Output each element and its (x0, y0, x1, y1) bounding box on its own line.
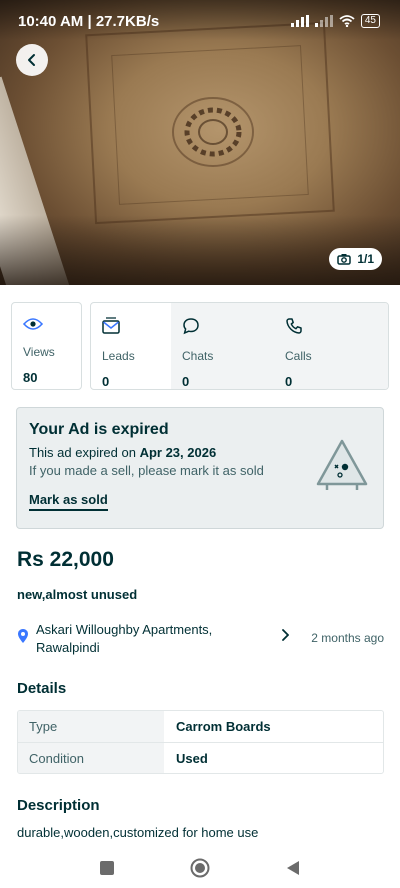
stat-views-value: 80 (23, 370, 38, 385)
detail-row: Type Carrom Boards (18, 711, 383, 742)
phone-icon (286, 318, 302, 334)
system-back-button[interactable] (281, 856, 305, 880)
mark-as-sold-button[interactable]: Mark as sold (29, 492, 108, 511)
chat-bubble-icon (183, 318, 199, 335)
signal-2-icon (314, 15, 333, 27)
back-button[interactable] (16, 44, 48, 76)
location-pin-icon (18, 629, 28, 643)
detail-key: Condition (18, 743, 164, 773)
details-table: Type Carrom Boards Condition Used (17, 710, 384, 774)
ad-location-text: Askari Willoughby Apartments, Rawalpindi (36, 621, 256, 657)
ad-location-line1: Askari Willoughby Apartments, (36, 622, 213, 637)
square-icon (99, 861, 114, 875)
ad-title: new,almost unused (17, 587, 138, 602)
stat-views[interactable]: Views 80 (11, 302, 82, 390)
stat-leads-value: 0 (102, 374, 110, 389)
stat-chats[interactable]: Chats 0 (171, 303, 274, 389)
stat-calls-label: Calls (285, 349, 312, 363)
signal-icon (290, 15, 309, 27)
eye-icon (22, 318, 44, 330)
home-button[interactable] (188, 856, 212, 880)
wifi-icon (339, 15, 355, 27)
expired-warning-illustration (316, 439, 368, 490)
recents-button[interactable] (95, 856, 119, 880)
ad-location-line2: Rawalpindi (36, 640, 100, 655)
status-icons: 45 (290, 14, 380, 28)
photo-board-ornament (172, 97, 254, 167)
arrow-left-icon (28, 54, 35, 66)
expired-date-prefix: This ad expired on (29, 445, 140, 460)
description-heading: Description (17, 797, 100, 814)
mail-icon (102, 317, 120, 334)
ad-location-row[interactable]: Askari Willoughby Apartments, Rawalpindi… (17, 621, 384, 661)
system-nav-bar (0, 848, 400, 888)
status-time: 10:40 AM | 27.7KB/s (18, 12, 160, 30)
stat-leads-label: Leads (102, 349, 135, 363)
detail-value: Used (176, 751, 208, 766)
stat-chats-label: Chats (182, 349, 214, 363)
detail-key: Type (18, 711, 164, 742)
detail-row: Condition Used (18, 742, 383, 773)
chevron-right-icon (282, 629, 289, 641)
detail-value: Carrom Boards (176, 719, 271, 734)
stat-calls[interactable]: Calls 0 (274, 303, 388, 389)
expired-date: Apr 23, 2026 (139, 445, 217, 460)
photo-counter-text: 1/1 (357, 252, 374, 266)
ad-stats: Views 80 Leads 0 Chats 0 Calls 0 (11, 302, 389, 390)
details-heading: Details (17, 680, 67, 697)
ad-posted-time: 2 months ago (311, 631, 384, 645)
ad-price: Rs 22,000 (17, 548, 114, 571)
photo-counter[interactable]: 1/1 (329, 248, 382, 270)
triangle-back-icon (287, 861, 300, 875)
stat-calls-value: 0 (285, 374, 293, 389)
status-bar: 10:40 AM | 27.7KB/s 45 (0, 0, 400, 42)
stat-group: Leads 0 Chats 0 Calls 0 (90, 302, 389, 390)
ad-expired-card: Your Ad is expired This ad expired on Ap… (16, 407, 384, 529)
camera-icon (337, 254, 352, 265)
home-circle-icon (190, 858, 210, 878)
stat-chats-value: 0 (182, 374, 190, 389)
expired-title: Your Ad is expired (29, 421, 169, 438)
description-text: durable,wooden,customized for home use (17, 825, 259, 840)
ad-photo[interactable] (0, 0, 400, 285)
battery-icon: 45 (360, 14, 380, 28)
stat-leads[interactable]: Leads 0 (91, 303, 171, 389)
stat-views-label: Views (23, 345, 55, 359)
